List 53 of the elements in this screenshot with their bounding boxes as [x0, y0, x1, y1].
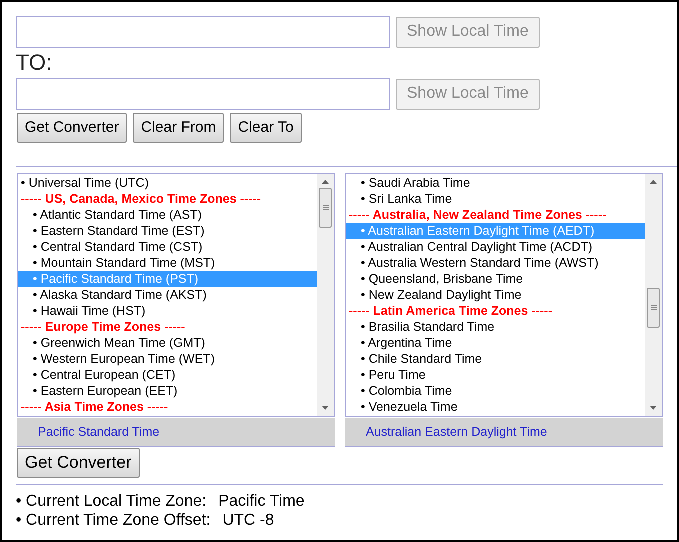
info-value: UTC -8 [222, 511, 274, 530]
time-zone-list[interactable] [17, 173, 335, 417]
time-zone-option[interactable]: • New Zealand Daylight Time [346, 287, 645, 303]
group-header: ----- Asia Time Zones ----- [20, 399, 170, 415]
info-value: Pacific Time [218, 492, 305, 511]
scrollbar[interactable] [317, 174, 334, 416]
time-zone-option[interactable]: • Peru Time [346, 367, 645, 383]
group-header: ----- Latin America Time Zones ----- [348, 303, 554, 319]
action-button[interactable]: Clear From [133, 113, 224, 143]
group-header: ----- US, Canada, Mexico Time Zones ----- [20, 191, 262, 207]
to-time-field[interactable] [16, 78, 390, 110]
time-zone-option[interactable]: • Central European (CET) [18, 367, 317, 383]
time-zone-option[interactable]: • Atlantic Standard Time (AST) [18, 207, 317, 223]
time-zone-option[interactable]: • Queensland, Brisbane Time [346, 271, 645, 287]
time-zone-option[interactable]: • Universal Time (UTC) [18, 175, 317, 191]
info-label: • Current Time Zone Offset: [16, 511, 211, 530]
from-time-field[interactable] [16, 16, 390, 48]
selected-zone-caption: Australian Eastern Daylight Time [345, 418, 663, 447]
grip-icon [650, 305, 656, 311]
time-zone-option[interactable]: • Sri Lanka Time [346, 191, 645, 207]
scrollbar[interactable] [645, 174, 662, 416]
scroll-up-icon[interactable] [650, 180, 657, 184]
group-header: ----- Europe Time Zones ----- [20, 319, 186, 335]
time-zone-option[interactable]: • Eastern Standard Time (EST) [18, 223, 317, 239]
scroll-down-icon[interactable] [650, 406, 657, 410]
info-label: • Current Local Time Zone: [16, 492, 207, 511]
time-zone-option[interactable]: • Australian Central Daylight Time (ACDT) [346, 239, 645, 255]
scroll-thumb[interactable] [647, 288, 660, 328]
time-zone-option[interactable]: • Colombia Time [346, 383, 645, 399]
time-zone-option[interactable]: • Saudi Arabia Time [346, 175, 645, 191]
action-button[interactable]: Clear To [230, 113, 302, 143]
time-zone-option[interactable]: • Australia Western Standard Time (AWST) [346, 255, 645, 271]
scroll-thumb[interactable] [319, 188, 332, 228]
time-zone-option[interactable]: • Eastern European (EET) [18, 383, 317, 399]
time-zone-option[interactable]: • Hawaii Time (HST) [18, 303, 317, 319]
time-zone-option[interactable]: • Mountain Standard Time (MST) [18, 255, 317, 271]
group-header: ----- Australia, New Zealand Time Zones ----- [348, 207, 608, 223]
action-button[interactable]: Get Converter [17, 113, 128, 143]
time-zone-option[interactable]: • Alaska Standard Time (AKST) [18, 287, 317, 303]
scroll-down-icon[interactable] [322, 406, 329, 410]
time-zone-option[interactable]: • Venezuela Time [346, 399, 645, 415]
time-zone-option[interactable]: • Chile Standard Time [346, 351, 645, 367]
grip-icon [322, 205, 328, 211]
time-zone-option[interactable]: • Greenwich Mean Time (GMT) [18, 335, 317, 351]
time-zone-option[interactable]: • Argentina Time [346, 335, 645, 351]
time-zone-option[interactable]: • Brasilia Standard Time [346, 319, 645, 335]
to-label: TO: [16, 49, 52, 77]
selected-zone-caption: Pacific Standard Time [17, 418, 335, 447]
scroll-up-icon[interactable] [322, 180, 329, 184]
get-converter-button[interactable]: Get Converter [17, 448, 140, 478]
time-zone-option[interactable]: • Western European Time (WET) [18, 351, 317, 367]
time-zone-list[interactable] [345, 173, 663, 417]
time-zone-option[interactable]: • Central Standard Time (CST) [18, 239, 317, 255]
